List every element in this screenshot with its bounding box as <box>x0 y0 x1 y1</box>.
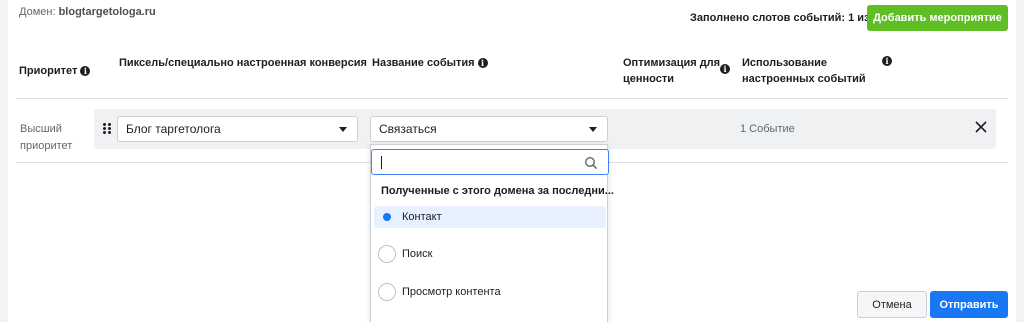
dropdown-option-contact[interactable]: Контакт <box>374 206 606 228</box>
dropdown-option-search[interactable]: Поиск <box>374 243 606 265</box>
drag-handle-icon[interactable] <box>103 123 111 135</box>
header-divider <box>16 98 1008 99</box>
row-priority-label: Высший приоритет <box>20 123 73 152</box>
event-dropdown: Полученные с этого домена за последни...… <box>370 144 614 322</box>
chevron-down-icon <box>589 127 597 132</box>
domain-label: Домен: blogtargetologa.ru <box>19 6 156 18</box>
pixel-select[interactable]: Блог таргетолога <box>117 116 358 142</box>
header-custom-events: Использование настроенных событий <box>742 57 866 85</box>
cancel-button[interactable]: Отмена <box>857 291 927 318</box>
info-icon[interactable]: i <box>80 66 91 77</box>
info-icon[interactable]: i <box>882 56 892 66</box>
domain-value: blogtargetologa.ru <box>58 6 156 18</box>
search-icon <box>584 156 598 170</box>
submit-button[interactable]: Отправить <box>930 291 1008 318</box>
header-pixel: Пиксель/специально настроенная конверсия <box>119 57 367 69</box>
text-cursor <box>381 156 382 169</box>
header-event-name: Название события i <box>372 55 488 71</box>
dropdown-option-view-content[interactable]: Просмотр контента <box>374 281 606 303</box>
events-count: 1 Событие <box>740 123 795 135</box>
close-icon[interactable] <box>974 120 988 134</box>
events-panel: Домен: blogtargetologa.ru Заполнено слот… <box>8 0 1016 322</box>
dropdown-search-input[interactable] <box>371 149 609 175</box>
header-priority: Приоритет i <box>19 63 91 79</box>
header-value-optimization: Оптимизация для ценности <box>623 57 721 85</box>
event-name-select[interactable]: Связаться <box>370 116 608 142</box>
info-icon[interactable]: i <box>477 58 488 69</box>
radio-icon <box>378 283 396 301</box>
radio-selected-icon <box>378 208 396 226</box>
add-event-button[interactable]: Добавить мероприятие <box>867 5 1008 31</box>
dropdown-group-label: Полученные с этого домена за последни... <box>381 185 614 197</box>
radio-icon <box>378 245 396 263</box>
slots-counter: Заполнено слотов событий: 1 из 8 <box>690 12 879 24</box>
chevron-down-icon <box>339 127 347 132</box>
info-icon[interactable]: i <box>720 64 730 74</box>
